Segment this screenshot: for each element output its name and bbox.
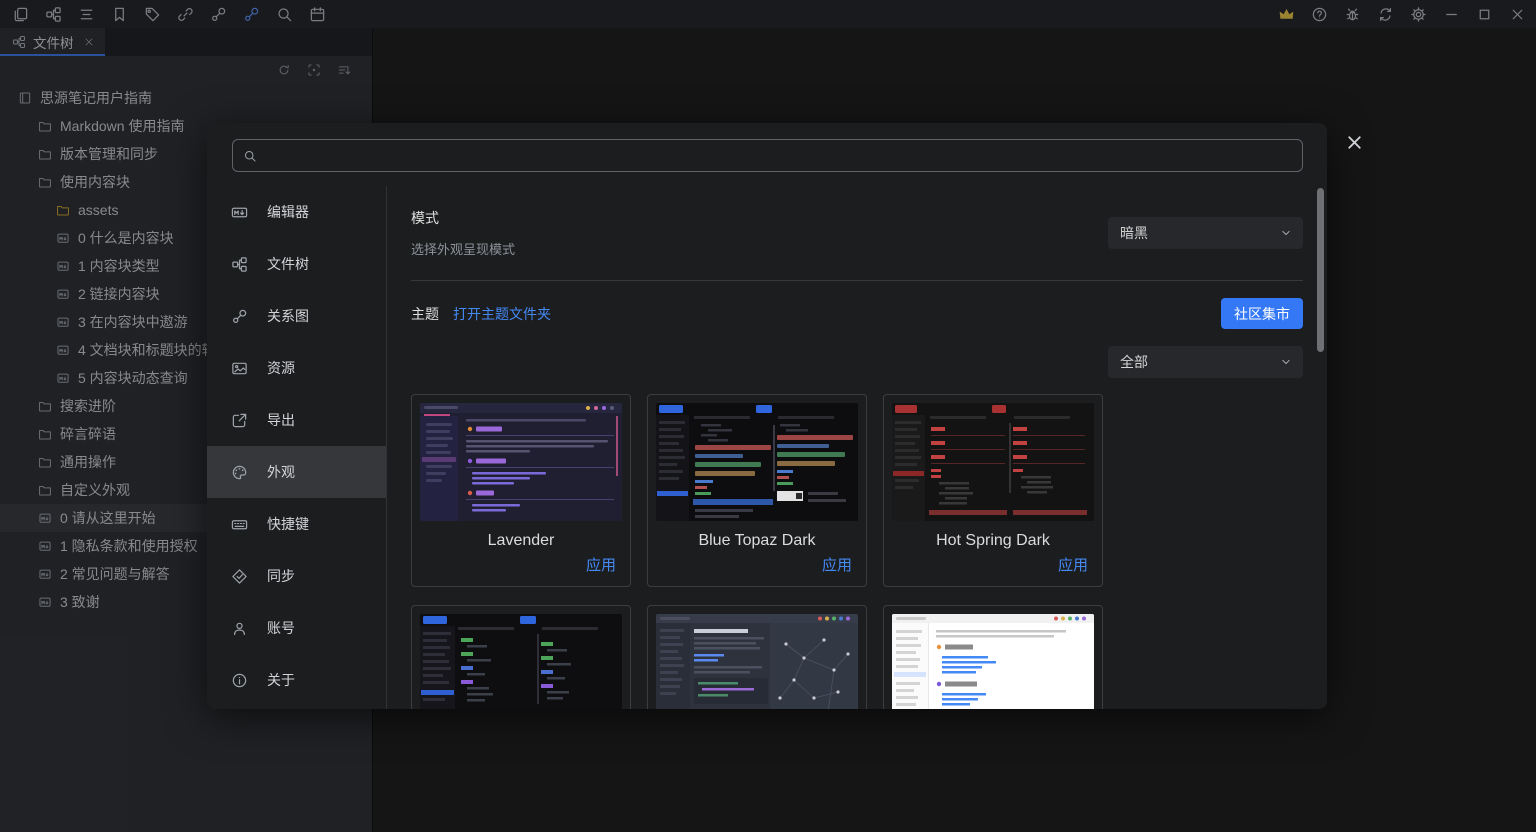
settings-dialog: 编辑器 文件树 关系图 资源 导出 外观 快捷键 同步 账号 关于 模式 选择外… — [207, 123, 1327, 709]
open-theme-folder-link[interactable]: 打开主题文件夹 — [453, 304, 551, 324]
settings-tab-label: 外观 — [267, 464, 295, 480]
dialog-search-area — [207, 123, 1327, 186]
theme-filter-select[interactable]: 全部 — [1108, 346, 1303, 378]
theme-card[interactable]: 应用 — [883, 605, 1103, 709]
mode-select-value: 暗黑 — [1120, 225, 1148, 241]
settings-tab-label: 编辑器 — [267, 204, 309, 220]
settings-tab-label: 关系图 — [267, 308, 309, 324]
settings-tab-file-tree[interactable]: 文件树 — [207, 238, 386, 290]
theme-name: Hot Spring Dark — [936, 532, 1050, 549]
settings-tab-assets[interactable]: 资源 — [207, 342, 386, 394]
settings-tab-about[interactable]: 关于 — [207, 654, 386, 706]
theme-preview — [892, 403, 1094, 521]
settings-search-box[interactable] — [232, 139, 1303, 172]
theme-label: 主题 — [411, 305, 439, 322]
theme-preview — [420, 614, 622, 709]
settings-tab-label: 快捷键 — [267, 516, 309, 532]
settings-tab-graph[interactable]: 关系图 — [207, 290, 386, 342]
app-window: 文件树 思源笔记用户指南 Markdown 使用指南 版本管理和同步 使用内容块… — [0, 0, 1536, 832]
chevron-down-icon — [1279, 355, 1293, 369]
theme-preview — [892, 614, 1094, 709]
search-icon — [243, 149, 257, 163]
settings-tab-editor[interactable]: 编辑器 — [207, 186, 386, 238]
settings-sidebar: 编辑器 文件树 关系图 资源 导出 外观 快捷键 同步 账号 关于 — [207, 186, 387, 709]
theme-card[interactable]: 应用 — [411, 605, 631, 709]
chevron-down-icon — [1279, 226, 1293, 240]
dialog-body: 编辑器 文件树 关系图 资源 导出 外观 快捷键 同步 账号 关于 模式 选择外… — [207, 186, 1327, 709]
theme-preview — [656, 614, 858, 709]
appearance-panel: 模式 选择外观呈现模式 暗黑 主题 打开主题文件夹 社区集市 全部 Lavend… — [387, 186, 1327, 709]
settings-tab-appearance[interactable]: 外观 — [207, 446, 386, 498]
mode-title: 模式 — [411, 210, 439, 226]
theme-filter-value: 全部 — [1120, 354, 1148, 370]
settings-tab-label: 关于 — [267, 672, 295, 688]
community-market-button[interactable]: 社区集市 — [1221, 298, 1303, 329]
settings-tab-label: 文件树 — [267, 256, 309, 272]
theme-card[interactable]: 应用 — [647, 605, 867, 709]
settings-tab-label: 资源 — [267, 360, 295, 376]
mode-select[interactable]: 暗黑 — [1108, 217, 1303, 249]
theme-card-grid: Lavender 应用 Blue Topaz Dark 应用 Hot Sprin… — [411, 394, 1303, 709]
settings-tab-label: 导出 — [267, 412, 295, 428]
theme-preview — [656, 403, 858, 521]
theme-preview — [420, 403, 622, 521]
dialog-close-icon[interactable] — [1341, 129, 1367, 155]
settings-tab-keymap[interactable]: 快捷键 — [207, 498, 386, 550]
section-divider — [411, 280, 1303, 281]
apply-theme-link[interactable]: 应用 — [822, 554, 866, 586]
settings-tab-account[interactable]: 账号 — [207, 602, 386, 654]
settings-tab-export[interactable]: 导出 — [207, 394, 386, 446]
apply-theme-link[interactable]: 应用 — [586, 554, 630, 586]
settings-tab-label: 同步 — [267, 568, 295, 584]
theme-name: Blue Topaz Dark — [698, 532, 816, 549]
settings-tab-label: 账号 — [267, 620, 295, 636]
dialog-scrollbar[interactable] — [1317, 188, 1324, 352]
theme-name: Lavender — [487, 532, 555, 549]
settings-search-input[interactable] — [266, 147, 1292, 164]
theme-card-hot-spring-dark[interactable]: Hot Spring Dark 应用 — [883, 394, 1103, 587]
theme-card-lavender[interactable]: Lavender 应用 — [411, 394, 631, 587]
mode-description: 选择外观呈现模式 — [411, 242, 516, 257]
settings-tab-sync[interactable]: 同步 — [207, 550, 386, 602]
theme-card-blue-topaz-dark[interactable]: Blue Topaz Dark 应用 — [647, 394, 867, 587]
apply-theme-link[interactable]: 应用 — [1058, 554, 1102, 586]
